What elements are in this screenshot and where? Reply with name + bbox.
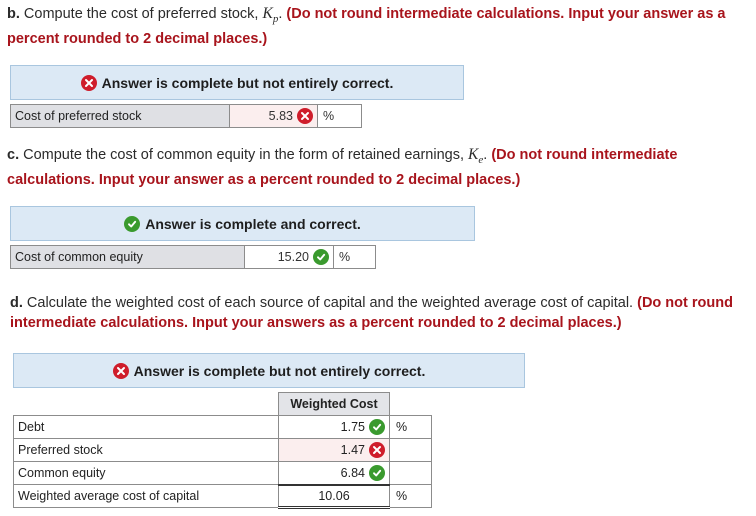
question-d: d. Calculate the weighted cost of each s… (10, 293, 752, 333)
row-label: Preferred stock (13, 438, 279, 462)
answer-banner-d-text: Answer is complete but not entirely corr… (133, 362, 426, 379)
check-circle-icon (369, 464, 385, 481)
percent-unit: % (389, 415, 432, 439)
row-label: Cost of preferred stock (10, 104, 230, 128)
row-label: Cost of common equity (10, 245, 245, 269)
percent-unit (389, 461, 432, 485)
field-value: 6.84 (340, 465, 365, 480)
x-circle-icon (297, 108, 313, 124)
field-value: 15.20 (277, 250, 309, 264)
question-b-text: Compute the cost of preferred stock, (19, 6, 263, 22)
question-c-text: Compute the cost of common equity in the… (19, 147, 469, 163)
answer-banner-c-text: Answer is complete and correct. (145, 215, 361, 232)
percent-unit (389, 438, 432, 462)
percent-unit: % (318, 104, 362, 128)
check-circle-icon (369, 419, 385, 435)
field-value: 10.06 (318, 488, 350, 503)
answer-banner-b: Answer is complete but not entirely corr… (10, 65, 464, 100)
question-b: b. Compute the cost of preferred stock, … (7, 4, 752, 49)
cost-of-preferred-stock-field[interactable]: 5.83 (230, 104, 318, 128)
row-label: Weighted average cost of capital (13, 484, 279, 508)
x-circle-icon (369, 442, 385, 458)
common-equity-weighted-cost-field[interactable]: 6.84 (278, 461, 390, 485)
question-d-letter: d. (10, 295, 23, 311)
x-circle-icon (80, 74, 97, 91)
field-value: 1.75 (340, 420, 365, 434)
table-row: Preferred stock 1.47 (13, 438, 432, 462)
answer-banner-c: Answer is complete and correct. (10, 206, 475, 241)
x-circle-icon (112, 362, 129, 379)
question-c-letter: c. (7, 147, 20, 163)
percent-unit: % (334, 245, 376, 269)
cost-of-common-equity-field[interactable]: 15.20 (245, 245, 334, 269)
row-label: Common equity (13, 461, 279, 485)
preferred-stock-weighted-cost-field[interactable]: 1.47 (278, 438, 390, 462)
answer-banner-d: Answer is complete but not entirely corr… (13, 353, 525, 388)
check-circle-icon (124, 215, 141, 232)
question-b-symbol: K (262, 5, 273, 22)
check-circle-icon (313, 249, 329, 265)
weighted-cost-table: Weighted Cost Debt 1.75 % Preferred stoc… (13, 392, 432, 509)
table-row: Debt 1.75 % (13, 415, 432, 439)
question-d-text: Calculate the weighted cost of each sour… (22, 295, 638, 311)
field-value: 5.83 (268, 109, 293, 123)
column-header: Weighted Cost (278, 392, 390, 416)
question-c-symbol: K (468, 146, 479, 163)
answer-banner-b-text: Answer is complete but not entirely corr… (101, 74, 394, 91)
percent-unit: % (389, 484, 432, 508)
row-label: Debt (13, 415, 279, 439)
question-c: c. Compute the cost of common equity in … (7, 145, 752, 190)
wacc-total-field[interactable]: 10.06 (278, 483, 390, 509)
question-b-letter: b. (7, 6, 20, 22)
debt-weighted-cost-field[interactable]: 1.75 (278, 415, 390, 439)
field-value: 1.47 (340, 443, 365, 457)
preferred-stock-row: Cost of preferred stock 5.83 % (10, 104, 362, 128)
table-row: Weighted average cost of capital 10.06 % (13, 483, 432, 509)
common-equity-row: Cost of common equity 15.20 % (10, 245, 376, 269)
table-row: Common equity 6.84 (13, 461, 432, 485)
